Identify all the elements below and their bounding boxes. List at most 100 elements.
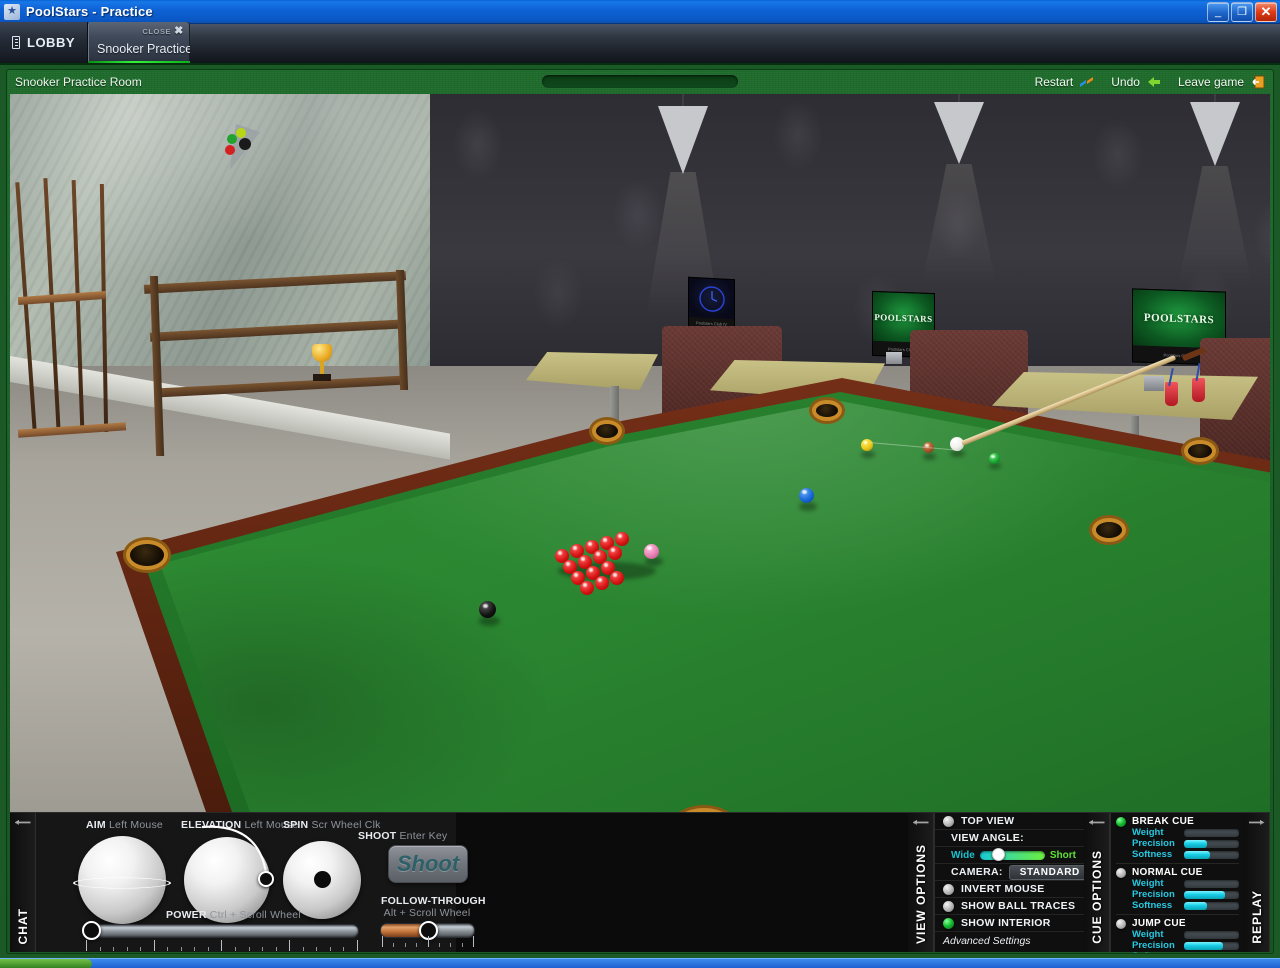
top-view-radio-icon[interactable]: [943, 815, 954, 827]
cue-options-tab-label: CUE OPTIONS: [1089, 850, 1104, 944]
power-slider-track[interactable]: [84, 924, 359, 938]
normal-cue-weight-label: Weight: [1132, 878, 1164, 889]
jump-cue-precision-row[interactable]: Precision: [1116, 940, 1239, 951]
break-cue-precision-row[interactable]: Precision: [1116, 838, 1239, 849]
replay-panel-tab[interactable]: REPLAY: [1244, 813, 1270, 952]
cue-jump-header[interactable]: JUMP CUE: [1116, 918, 1239, 929]
jump-cue-precision-bar[interactable]: [1184, 941, 1239, 950]
leave-game-button[interactable]: Leave game: [1178, 75, 1265, 89]
follow-through-knob[interactable]: [419, 921, 438, 940]
maximize-button[interactable]: ❐: [1231, 1, 1253, 22]
option-view-angle-label: VIEW ANGLE:: [935, 830, 1084, 847]
normal-cue-softness-bar[interactable]: [1184, 901, 1239, 910]
room-title: Snooker Practice Room: [15, 75, 142, 89]
cue-options-tab[interactable]: CUE OPTIONS: [1084, 813, 1110, 952]
option-show-interior[interactable]: SHOW INTERIOR: [935, 915, 1084, 932]
app-star-icon: ★: [4, 3, 20, 20]
ball-red: [595, 576, 609, 590]
pocket-right-lower: [1188, 444, 1212, 458]
view-options-panel: TOP VIEW VIEW ANGLE: Wide Short CAMERA:: [934, 813, 1091, 952]
jump-cue-softness-row[interactable]: Softness: [1116, 951, 1239, 953]
game-viewport-3d[interactable]: Poolstars Club IV POOLSTARS Poolstars Cl…: [10, 94, 1270, 812]
pocket-top-left: [596, 424, 618, 438]
show-interior-radio-icon[interactable]: [943, 917, 954, 929]
view-options-tab[interactable]: VIEW OPTIONS: [908, 813, 934, 952]
cue-entry-break[interactable]: BREAK CUE Weight Precision Softness: [1116, 816, 1239, 864]
power-slider-knob[interactable]: [82, 921, 101, 940]
windows-taskbar[interactable]: [0, 958, 1280, 968]
cue-normal-header[interactable]: NORMAL CUE: [1116, 867, 1239, 878]
game-header-bar: Snooker Practice Room Restart Undo Leave…: [7, 70, 1273, 94]
normal-cue-softness-row[interactable]: Softness: [1116, 900, 1239, 911]
show-ball-traces-radio-icon[interactable]: [943, 900, 954, 912]
normal-cue-weight-row[interactable]: Weight: [1116, 878, 1239, 889]
normal-cue-softness-label: Softness: [1132, 900, 1173, 911]
break-cue-weight-row[interactable]: Weight: [1116, 827, 1239, 838]
break-cue-label: BREAK CUE: [1132, 816, 1195, 827]
ball-pink: [644, 544, 659, 559]
top-view-label: TOP VIEW: [961, 815, 1015, 827]
tab-close-button[interactable]: CLOSE ✖: [142, 26, 184, 37]
view-angle-track[interactable]: [979, 848, 1045, 861]
restart-button[interactable]: Restart: [1035, 75, 1095, 89]
option-invert-mouse[interactable]: INVERT MOUSE: [935, 881, 1084, 898]
invert-mouse-radio-icon[interactable]: [943, 883, 954, 895]
ball-red: [580, 581, 594, 595]
jump-cue-weight-label: Weight: [1132, 929, 1164, 940]
chat-panel-tab[interactable]: CHAT: [10, 813, 36, 952]
camera-value-button[interactable]: STANDARD: [1008, 864, 1091, 880]
option-advanced-settings[interactable]: Advanced Settings: [935, 932, 1084, 949]
cue-options-expand-arrow-icon[interactable]: [1088, 820, 1105, 825]
cue-break-header[interactable]: BREAK CUE: [1116, 816, 1239, 827]
minimize-button[interactable]: _: [1207, 1, 1229, 22]
jump-cue-softness-bar[interactable]: [1184, 952, 1239, 953]
cue-entry-normal[interactable]: NORMAL CUE Weight Precision Softness: [1116, 864, 1239, 915]
option-show-ball-traces[interactable]: SHOW BALL TRACES: [935, 898, 1084, 915]
ball-blue: [799, 488, 814, 503]
option-top-view[interactable]: TOP VIEW: [935, 813, 1084, 830]
break-cue-softness-row[interactable]: Softness: [1116, 849, 1239, 860]
spin-position-dot[interactable]: [314, 871, 331, 888]
normal-cue-weight-bar[interactable]: [1184, 879, 1239, 888]
option-camera[interactable]: CAMERA: STANDARD: [935, 864, 1091, 881]
power-slider-ticks: [86, 939, 358, 951]
view-options-tab-label: VIEW OPTIONS: [913, 843, 928, 944]
jump-cue-softness-label: Softness: [1132, 951, 1180, 953]
normal-cue-precision-row[interactable]: Precision: [1116, 889, 1239, 900]
break-cue-weight-bar[interactable]: [1184, 828, 1239, 837]
camera-label: CAMERA:: [951, 866, 1003, 878]
normal-cue-precision-bar[interactable]: [1184, 890, 1239, 899]
elevation-knob[interactable]: [258, 871, 274, 887]
view-angle-label: VIEW ANGLE:: [951, 832, 1024, 844]
view-angle-knob[interactable]: [991, 848, 1005, 861]
jump-cue-weight-bar[interactable]: [1184, 930, 1239, 939]
header-status-bar: [542, 75, 738, 88]
break-cue-precision-bar[interactable]: [1184, 839, 1239, 848]
leave-game-label: Leave game: [1177, 75, 1244, 89]
pocket-top-right: [1096, 522, 1122, 538]
tab-lobby[interactable]: LOBBY: [0, 22, 88, 63]
replay-expand-arrow-icon[interactable]: [1248, 820, 1265, 825]
view-options-expand-arrow-icon[interactable]: [912, 820, 929, 825]
shoot-button[interactable]: Shoot: [388, 845, 468, 883]
jump-cue-weight-row[interactable]: Weight: [1116, 929, 1239, 940]
jump-cue-label: JUMP CUE: [1132, 918, 1186, 929]
chat-expand-arrow-icon[interactable]: [14, 820, 31, 825]
follow-through-ticks: [382, 936, 474, 947]
snooker-table[interactable]: [10, 94, 1270, 812]
list-icon: [12, 36, 20, 49]
break-cue-radio-icon[interactable]: [1116, 816, 1126, 827]
tab-snooker-practice[interactable]: CLOSE ✖ Snooker Practice ...: [88, 22, 190, 63]
normal-cue-radio-icon[interactable]: [1116, 867, 1126, 878]
ball-red: [615, 532, 629, 546]
start-button[interactable]: [0, 959, 92, 968]
aim-ring-indicator[interactable]: [73, 877, 171, 889]
undo-button[interactable]: Undo: [1111, 75, 1161, 89]
close-button[interactable]: ✕: [1255, 1, 1277, 22]
break-cue-softness-bar[interactable]: [1184, 850, 1239, 859]
option-view-angle-slider[interactable]: Wide Short: [935, 847, 1084, 864]
cue-options-panel: BREAK CUE Weight Precision Softness NORM…: [1110, 813, 1244, 953]
jump-cue-radio-icon[interactable]: [1116, 918, 1126, 929]
cue-entry-jump[interactable]: JUMP CUE Weight Precision Softness: [1116, 915, 1239, 953]
undo-label: Undo: [1111, 75, 1140, 89]
